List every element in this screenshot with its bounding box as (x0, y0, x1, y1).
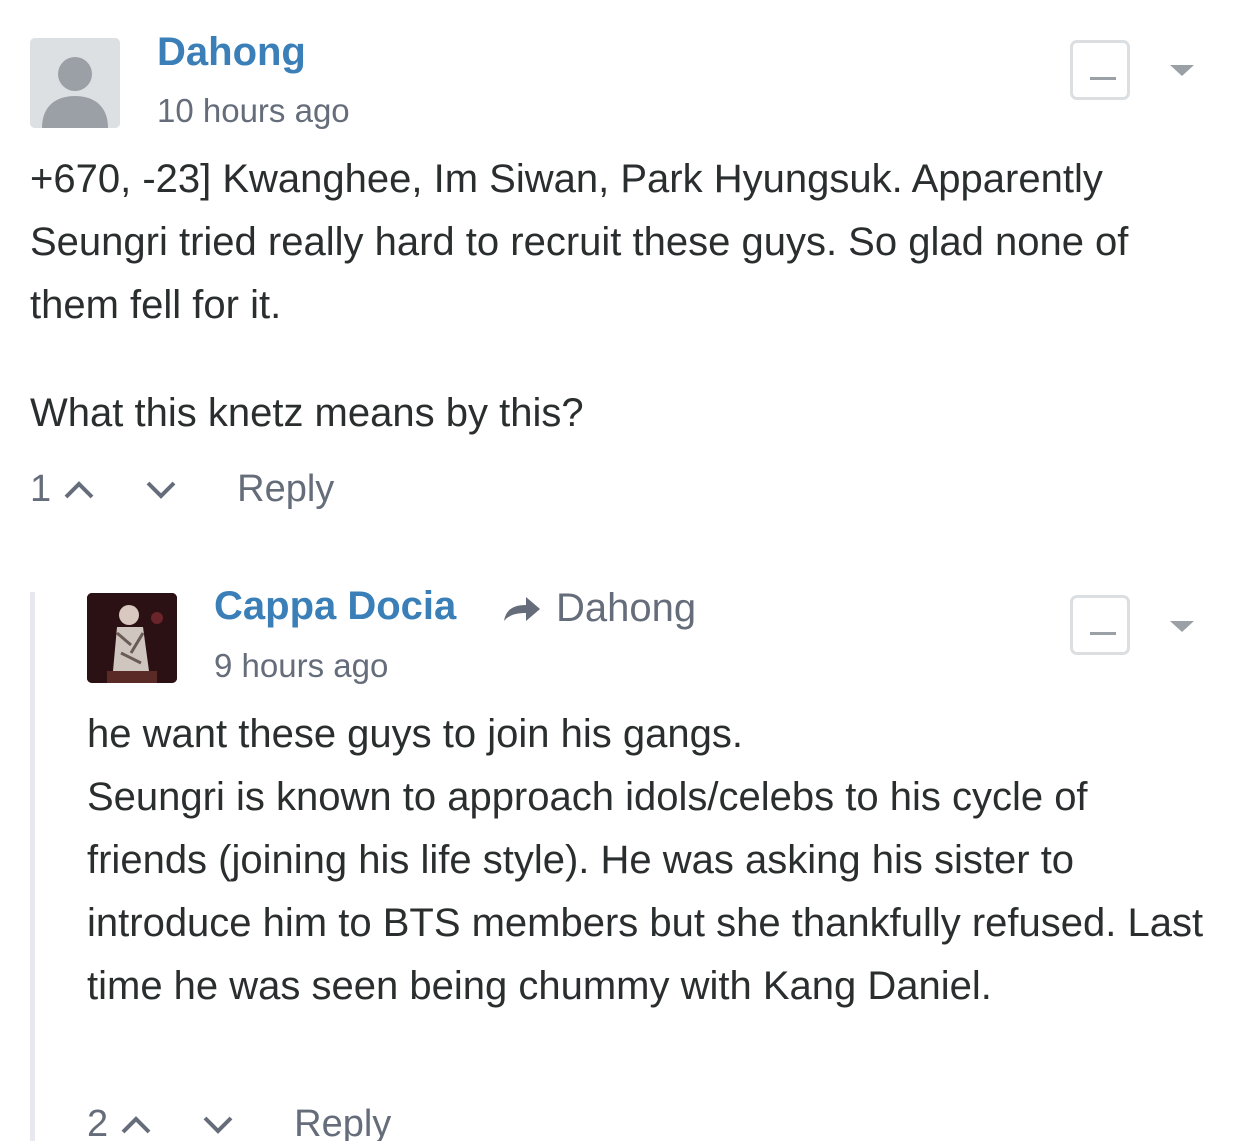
reply-to[interactable]: Dahong (500, 586, 696, 631)
comment-paragraph: he want these guys to join his gangs. (87, 712, 743, 756)
caret-down-icon[interactable] (1170, 621, 1194, 632)
chevron-down-icon (203, 1116, 233, 1134)
reply-to-name[interactable]: Dahong (556, 586, 696, 631)
downvote-button[interactable] (202, 1103, 234, 1141)
comment-paragraph: Seungri is known to approach idols/celeb… (87, 775, 1204, 1008)
collapse-button[interactable] (1070, 595, 1130, 655)
comment-timestamp[interactable]: 9 hours ago (214, 647, 388, 685)
comment-2: Cappa Docia Dahong 9 hours ago he want t… (0, 0, 1242, 1141)
minus-icon (1090, 632, 1116, 635)
reply-button[interactable]: Reply (294, 1103, 391, 1141)
avatar-photo (87, 593, 177, 683)
comment-footer: 2 Reply (87, 1103, 391, 1141)
vote-count: 2 (87, 1103, 109, 1141)
arrow-right-icon (504, 596, 540, 621)
avatar[interactable] (87, 593, 177, 683)
comments-page: Dahong 10 hours ago +670, -23] Kwanghee,… (0, 0, 1242, 1141)
upvote-button[interactable] (120, 1103, 152, 1141)
chevron-up-icon (121, 1116, 151, 1134)
comment-body: he want these guys to join his gangs. Se… (87, 703, 1217, 1018)
comment-author[interactable]: Cappa Docia (214, 584, 456, 629)
